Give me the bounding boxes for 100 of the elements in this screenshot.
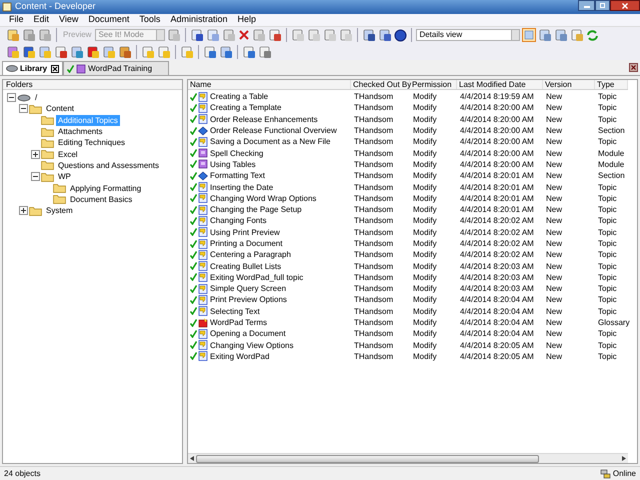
table-cell[interactable]: Order Release Enhancements: [210, 114, 318, 125]
table-cell: Modify: [413, 283, 437, 294]
table-cell: New: [546, 158, 562, 170]
table-cell: Modify: [413, 148, 437, 159]
table-cell: 4/4/2014 8:20:02 AM: [460, 226, 534, 238]
refresh-icon[interactable]: [586, 28, 600, 42]
folder-item[interactable]: /: [33, 92, 40, 104]
expand-toggle[interactable]: [18, 206, 28, 216]
table-cell: 4/4/2014 8:20:05 AM: [460, 340, 534, 351]
menu-item[interactable]: Administration: [166, 13, 232, 27]
folder-item[interactable]: Document Basics: [68, 194, 134, 205]
table-cell[interactable]: Opening a Document: [210, 328, 286, 340]
table-cell: Topic: [598, 226, 617, 238]
close-button[interactable]: [610, 0, 640, 11]
table-cell: 4/4/2014 8:20:01 AM: [460, 192, 534, 204]
menu-item[interactable]: Tools: [135, 13, 164, 27]
menu-item[interactable]: File: [5, 13, 28, 27]
folder-item[interactable]: Questions and Assessments: [56, 160, 161, 171]
tab-close-icon[interactable]: [51, 64, 60, 72]
document-tab[interactable]: Library: [2, 61, 64, 75]
table-cell[interactable]: Changing the Page Setup: [210, 204, 302, 216]
column-header[interactable]: Name: [188, 80, 351, 89]
column-header[interactable]: Version: [543, 80, 595, 89]
table-cell[interactable]: Order Release Functional Overview: [210, 125, 337, 136]
table-cell[interactable]: Changing Word Wrap Options: [210, 192, 316, 204]
folder-item[interactable]: Attachments: [56, 126, 104, 138]
topic-icon: [198, 250, 208, 260]
table-cell[interactable]: Using Print Preview: [210, 226, 280, 238]
topic-icon: [198, 328, 208, 339]
table-cell[interactable]: Print Preview Options: [210, 294, 287, 306]
view-dropdown[interactable]: Details view: [416, 29, 520, 41]
folder-icon: [41, 172, 54, 182]
pane-header: Folders: [3, 80, 182, 90]
table-cell: THandsom: [354, 192, 394, 204]
folder-icon: [41, 149, 54, 160]
scroll-left-icon[interactable]: [190, 456, 194, 461]
table-cell[interactable]: Simple Query Screen: [210, 283, 286, 294]
folder-item[interactable]: Applying Formatting: [68, 182, 144, 194]
table-cell: Topic: [598, 102, 617, 114]
table-cell: THandsom: [354, 170, 394, 182]
table-cell: THandsom: [354, 294, 394, 306]
table-cell: Modify: [413, 238, 437, 249]
topic-icon: [198, 294, 208, 305]
collapse-toggle[interactable]: [30, 172, 40, 182]
table-cell[interactable]: Saving a Document as a New File: [210, 136, 330, 148]
folder-item[interactable]: System: [44, 205, 75, 216]
table-cell: Modify: [413, 182, 437, 193]
column-header[interactable]: Checked Out By: [351, 80, 410, 89]
folder-item[interactable]: Content: [44, 103, 76, 114]
details-layout-icon[interactable]: [522, 28, 536, 42]
topic-icon: [198, 238, 208, 248]
folder-icon: [41, 138, 54, 148]
folder-item[interactable]: Excel: [56, 148, 80, 160]
scroll-right-icon[interactable]: [622, 456, 626, 461]
table-cell[interactable]: Centering a Paragraph: [210, 249, 291, 260]
table-cell: THandsom: [354, 238, 394, 249]
table-cell[interactable]: WordPad Terms: [210, 317, 268, 328]
table-cell: 4/4/2014 8:20:01 AM: [460, 170, 534, 182]
table-cell[interactable]: Exiting WordPad: [210, 350, 270, 362]
column-header[interactable]: Permission: [410, 80, 457, 89]
minimize-button[interactable]: [578, 0, 595, 11]
close-pane-icon[interactable]: [629, 63, 638, 72]
table-cell: New: [546, 148, 562, 159]
menu-item[interactable]: Help: [233, 13, 260, 27]
expand-toggle[interactable]: [30, 150, 40, 159]
table-cell[interactable]: Printing a Document: [210, 238, 282, 249]
table-cell[interactable]: Spell Checking: [210, 148, 264, 159]
column-header[interactable]: Type: [595, 80, 628, 89]
collapse-toggle[interactable]: [6, 93, 16, 102]
folder-icon: [41, 115, 54, 126]
table-cell[interactable]: Formatting Text: [210, 170, 265, 182]
table-cell[interactable]: Changing View Options: [210, 340, 294, 351]
collapse-toggle[interactable]: [18, 104, 28, 114]
menu-item[interactable]: Edit: [30, 13, 54, 27]
table-cell[interactable]: Creating Bullet Lists: [210, 260, 282, 272]
table-cell[interactable]: Inserting the Date: [210, 182, 274, 193]
table-cell: 4/4/2014 8:20:02 AM: [460, 215, 534, 226]
table-cell[interactable]: Changing Fonts: [210, 215, 266, 226]
table-cell: Modify: [413, 192, 437, 204]
table-cell[interactable]: Using Tables: [210, 158, 256, 170]
column-header[interactable]: Last Modified Date: [457, 80, 543, 89]
table-cell[interactable]: Creating a Table: [210, 91, 268, 102]
folder-item[interactable]: Editing Techniques: [56, 137, 128, 148]
menu-item[interactable]: Document: [84, 13, 134, 27]
horizontal-scrollbar[interactable]: [188, 453, 628, 463]
table-cell: New: [546, 125, 562, 136]
table-cell[interactable]: Exiting WordPad_full topic: [210, 272, 304, 283]
document-tab[interactable]: WordPad Training: [63, 61, 170, 75]
folder-item[interactable]: WP: [56, 171, 73, 182]
table-cell: THandsom: [354, 91, 394, 102]
topic-icon: [198, 193, 208, 204]
table-cell[interactable]: Selecting Text: [210, 306, 260, 317]
table-cell: THandsom: [354, 328, 394, 340]
maximize-button[interactable]: [595, 0, 610, 11]
table-cell[interactable]: Creating a Template: [210, 102, 282, 114]
delete-icon[interactable]: [238, 29, 250, 41]
menu-item[interactable]: View: [55, 13, 82, 27]
table-cell: Topic: [598, 294, 617, 306]
module-icon: [198, 159, 208, 170]
table-cell: 4/4/2014 8:20:00 AM: [460, 148, 534, 159]
